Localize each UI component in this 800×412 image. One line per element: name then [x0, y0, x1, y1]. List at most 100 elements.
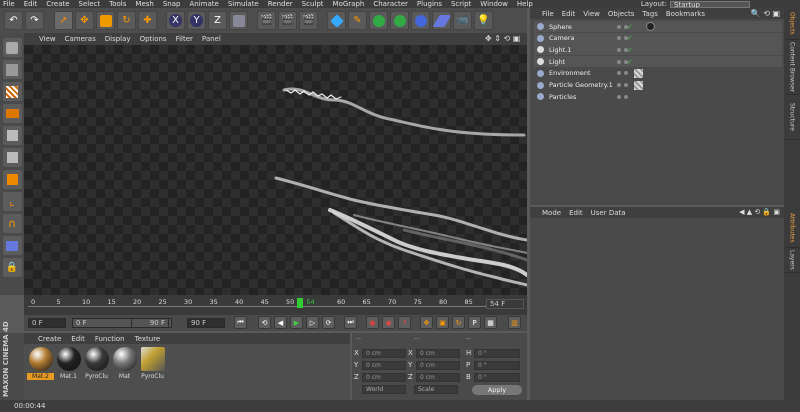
scale-dropdown[interactable]: Scale [414, 385, 458, 394]
playhead[interactable] [297, 298, 303, 308]
coord-rotation-field[interactable]: 0 ° [474, 349, 520, 358]
attribute-menu-mode[interactable]: Mode [542, 209, 561, 217]
go-to-start-icon[interactable]: ⏮ [234, 316, 247, 329]
coord-size-field[interactable]: 0 cm [416, 373, 460, 382]
object-search-icon[interactable]: 🔍 ⟲ ▣ [751, 9, 780, 18]
render-view-icon[interactable]: 🎬 [257, 11, 276, 30]
menu-snap[interactable]: Snap [163, 0, 181, 8]
tag-icon[interactable] [634, 80, 643, 90]
layout-dropdown[interactable]: Startup [670, 0, 750, 8]
texture-mode-icon[interactable] [2, 82, 22, 101]
object-row[interactable]: Particles [534, 91, 782, 102]
pla-key-icon[interactable]: ▦ [484, 316, 497, 329]
menu-file[interactable]: File [3, 0, 15, 8]
menu-create[interactable]: Create [46, 0, 69, 8]
tab-objects[interactable]: Objects [785, 8, 799, 40]
object-menu-objects[interactable]: Objects [608, 10, 634, 18]
coord-position-field[interactable]: 0 cm [362, 373, 406, 382]
visibility-dot[interactable] [617, 83, 621, 87]
x-axis-icon[interactable]: X [166, 11, 185, 30]
menu-character[interactable]: Character [373, 0, 408, 8]
menu-render[interactable]: Render [268, 0, 293, 8]
viewport-menu-options[interactable]: Options [140, 35, 167, 43]
select-arrow-icon[interactable]: ➚ [54, 11, 73, 30]
world-dropdown[interactable]: World [362, 385, 406, 394]
menu-edit[interactable]: Edit [24, 0, 38, 8]
parameter-key-icon[interactable]: P [468, 316, 481, 329]
visibility-dot[interactable] [617, 59, 621, 64]
menu-sculpt[interactable]: Sculpt [302, 0, 324, 8]
position-key-icon[interactable]: ✥ [420, 316, 433, 329]
cube-icon[interactable] [327, 11, 346, 30]
keyframe-selection-icon[interactable]: ? [398, 316, 411, 329]
material-menu-texture[interactable]: Texture [135, 335, 161, 343]
object-menu-bookmarks[interactable]: Bookmarks [666, 10, 705, 18]
menu-plugins[interactable]: Plugins [417, 0, 442, 8]
tag-icon[interactable] [634, 68, 643, 78]
rotation-key-icon[interactable]: ↻ [452, 316, 465, 329]
material-swatch[interactable]: Mat.1 [55, 347, 82, 380]
viewport-menu-display[interactable]: Display [105, 35, 131, 43]
next-key-icon[interactable]: ⟳ [322, 316, 335, 329]
make-editable-icon[interactable] [2, 38, 22, 57]
menu-help[interactable]: Help [517, 0, 533, 8]
viewport-menu-view[interactable]: View [39, 35, 56, 43]
cloner-icon[interactable] [390, 11, 409, 30]
z-axis-icon[interactable]: Z [208, 11, 227, 30]
spline-pen-icon[interactable]: ✎ [348, 11, 367, 30]
points-mode-icon[interactable] [2, 126, 22, 145]
material-swatch[interactable]: Mat.2 [27, 347, 54, 380]
camera-icon[interactable]: 📹 [453, 11, 472, 30]
visibility-dot[interactable] [617, 71, 621, 76]
apply-button[interactable]: Apply [472, 385, 522, 395]
object-menu-edit[interactable]: Edit [562, 10, 576, 18]
model-mode-icon[interactable] [2, 60, 22, 79]
visibility-dot[interactable] [617, 24, 621, 29]
visibility-dot[interactable] [617, 36, 621, 41]
rotate-icon[interactable]: ↻ [117, 11, 136, 30]
floor-icon[interactable] [432, 11, 451, 30]
axis-icon[interactable]: ⌞ [2, 192, 22, 211]
redo-icon[interactable]: ↷ [25, 11, 44, 30]
object-row[interactable]: Light ✓ [534, 56, 782, 68]
attribute-menu-user-data[interactable]: User Data [591, 209, 626, 217]
polygons-mode-icon[interactable] [2, 170, 22, 189]
object-row[interactable]: Light.1 ✓ [534, 44, 782, 56]
add-object-icon[interactable]: ✚ [138, 11, 157, 30]
render-picture-icon[interactable]: 🎬 [278, 11, 297, 30]
coordinate-system-icon[interactable] [229, 11, 248, 30]
play-icon[interactable]: ▶ [290, 316, 303, 329]
viewport-menu-filter[interactable]: Filter [176, 35, 193, 43]
render-dot[interactable] [624, 83, 628, 87]
go-to-end-icon[interactable]: ⏭ [344, 316, 357, 329]
material-swatch[interactable]: PyroClu [83, 347, 110, 380]
tab-structure[interactable]: Structure [785, 95, 799, 140]
previous-key-icon[interactable]: ⟲ [258, 316, 271, 329]
visibility-dot[interactable] [617, 47, 621, 52]
object-row[interactable]: Camera ✓ [534, 32, 782, 44]
undo-icon[interactable]: ↶ [4, 11, 23, 30]
timeline-ruler[interactable]: 051015202530354045505460657075808590 54 … [24, 295, 527, 315]
autokey-icon[interactable]: ◉ [382, 316, 395, 329]
object-menu-tags[interactable]: Tags [642, 10, 658, 18]
visibility-dot[interactable] [617, 94, 621, 99]
material-swatch[interactable]: Mat [111, 347, 138, 380]
previous-frame-icon[interactable]: ◀ [274, 316, 287, 329]
tab-attributes[interactable]: Attributes [785, 208, 799, 248]
menu-tools[interactable]: Tools [109, 0, 126, 8]
object-row[interactable]: Environment [534, 68, 782, 79]
start-frame-field[interactable]: 0 F [28, 318, 66, 328]
viewport-3d[interactable] [24, 45, 527, 295]
move-icon[interactable]: ✥ [75, 11, 94, 30]
coord-size-field[interactable]: 0 cm [416, 361, 460, 370]
scale-key-icon[interactable]: ▣ [436, 316, 449, 329]
coord-size-field[interactable]: 0 cm [416, 349, 460, 358]
tab-content-browser[interactable]: Content Browser [785, 40, 799, 95]
coord-position-field[interactable]: 0 cm [362, 361, 406, 370]
lock-icon[interactable]: 🔒 [2, 258, 22, 277]
edges-mode-icon[interactable] [2, 148, 22, 167]
menu-mograph[interactable]: MoGraph [333, 0, 365, 8]
menu-select[interactable]: Select [79, 0, 101, 8]
timeline-icon[interactable]: ▥ [508, 316, 521, 329]
y-axis-icon[interactable]: Y [187, 11, 206, 30]
